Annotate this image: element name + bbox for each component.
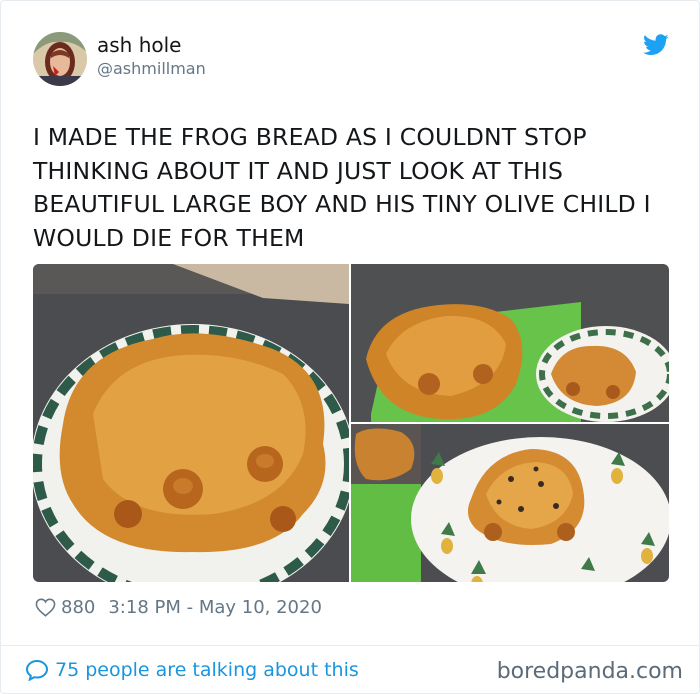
twitter-bird-icon[interactable] [643, 34, 669, 56]
conversation-link[interactable]: 75 people are talking about this [25, 657, 359, 683]
divider [1, 645, 700, 646]
timestamp[interactable]: 3:18 PM - May 10, 2020 [108, 597, 322, 618]
like-count: 880 [61, 596, 96, 618]
watermark: boredpanda.com [496, 659, 683, 684]
tweet-text: I MADE THE FROG BREAD AS I COULDNT STOP … [33, 123, 651, 252]
media-grid [33, 264, 669, 582]
display-name[interactable]: ash hole [97, 33, 181, 57]
tweet-card: ash hole @ashmillman I MADE THE FROG BRE… [0, 0, 700, 694]
photo-small-frog-bread-olives[interactable] [351, 424, 669, 582]
photo-frog-bread-large[interactable] [33, 264, 349, 582]
photo-frog-bread-with-small[interactable] [351, 264, 669, 422]
speech-bubble-icon [25, 659, 49, 681]
avatar[interactable] [33, 32, 87, 86]
heart-icon[interactable] [35, 598, 56, 617]
talking-label: 75 people are talking about this [55, 659, 359, 681]
tweet-meta: 880 3:18 PM - May 10, 2020 [35, 595, 322, 619]
user-handle[interactable]: @ashmillman [97, 59, 206, 78]
